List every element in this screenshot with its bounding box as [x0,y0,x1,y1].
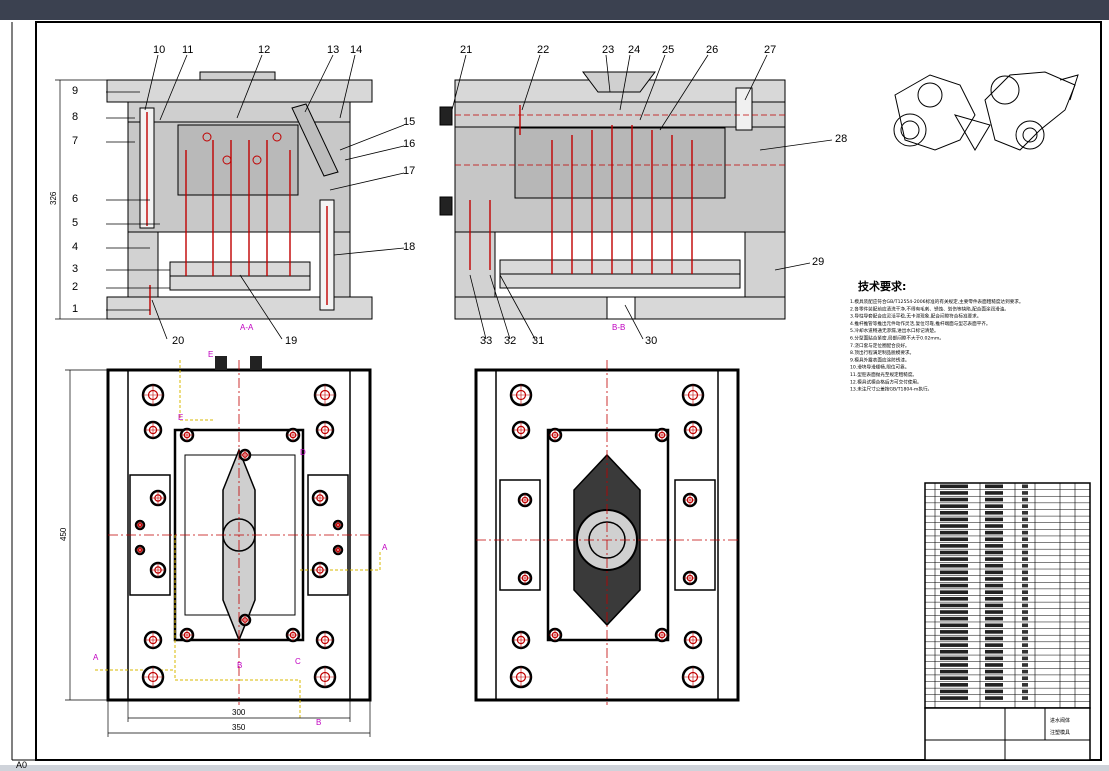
part-label: 6 [72,193,78,205]
tech-requirement-line: 8.顶出行程满足制品脱模要求。 [850,349,914,356]
tech-requirement-line: 6.分型面贴合紧密,局部间隙不大于0.02mm。 [850,335,944,342]
tech-requirement-line: 3.导柱导套配合应灵活平稳,无卡滞现象,配合间隙符合标准要求。 [850,313,981,320]
section-marker: E [178,413,183,422]
tech-requirement-line: 1.模具装配应符合GB/T12554-2006标准的有关规定,主要零件表面粗糙度… [850,298,1024,305]
section-marker: D [300,448,306,457]
section-caption-b: B-B [612,323,625,332]
part-label: 9 [72,85,78,97]
tech-requirements-title: 技术要求: [858,279,906,293]
part-label: 25 [662,44,674,56]
part-label: 24 [628,44,640,56]
tech-requirement-line: 9.模具外露表面应涂防锈漆。 [850,356,910,363]
tech-requirement-line: 10.滑块导滑顺畅,限位可靠。 [850,364,909,371]
dim-326-text: 326 [49,191,58,205]
part-label: 13 [327,44,339,56]
sheet-size-label: A0 [16,760,27,770]
part-label: 27 [764,44,776,56]
section-marker: C [295,657,301,666]
tech-requirements-list: 1.模具装配应符合GB/T12554-2006标准的有关规定,主要零件表面粗糙度… [850,298,1024,393]
title-block-mold-name: 注塑模具 [1050,729,1070,736]
part-label: 14 [350,44,362,56]
part-label: 33 [480,335,492,347]
part-label: 30 [645,335,657,347]
tech-requirement-line: 4.推杆推管等推出元件动作灵活,复位可靠,推杆端面与型芯表面平齐。 [850,320,991,327]
part-label: 5 [72,217,78,229]
part-label: 7 [72,135,78,147]
part-label: 15 [403,116,415,128]
part-label: 12 [258,44,270,56]
part-label: 10 [153,44,165,56]
part-3d-sketch [893,71,1079,151]
part-label: 21 [460,44,472,56]
part-label: 18 [403,241,415,253]
part-label: 1 [72,303,78,315]
tech-requirement-line: 13.未注尺寸公差按GB/T1804-m执行。 [850,386,932,393]
part-label: 29 [812,256,824,268]
part-label: 32 [504,335,516,347]
tech-requirement-line: 2.各零件装配前应清洗干净,不得有毛刺、锈蚀、划伤等缺陷,配合面涂润滑油。 [850,305,1009,312]
part-label: 26 [706,44,718,56]
section-marker: A [93,653,99,662]
dimension-450 [65,369,108,701]
part-label: 11 [182,44,193,56]
mold-assembly-drawing: 12345678910 11 12 13 1415161718192021 22 23 24 2… [11,21,1102,770]
section-marker: E [208,350,213,359]
tech-requirement-line: 7.浇口套与定位圈配合良好。 [850,342,910,349]
section-caption-a: A-A [240,323,254,332]
dim-350-text: 350 [232,723,246,732]
section-marker: B [237,661,242,670]
part-label: 8 [72,111,78,123]
part-label: 31 [532,335,544,347]
dim-450-text: 450 [59,527,68,541]
title-block-part-name: 进水阀体 [1050,717,1070,724]
tech-requirement-line: 12.模具试模合格后方可交付使用。 [850,378,922,385]
tech-requirement-line: 11.型腔表面抛光至规定粗糙度。 [850,371,917,378]
section-marker: A [382,543,388,552]
section-marker: B [316,718,321,727]
part-label: 28 [835,133,847,145]
plan-view-moving-half [474,360,740,705]
part-label: 3 [72,263,78,275]
dim-300-text: 300 [232,708,246,717]
dimension-326 [55,79,107,320]
part-label: 17 [403,165,415,177]
part-label: 23 [602,44,614,56]
tech-requirement-line: 5.冷却水道畅通无渗漏,进出水口标记清楚。 [850,327,939,334]
part-label: 22 [537,44,549,56]
part-label: 4 [72,241,78,253]
part-label: 19 [285,335,297,347]
part-label: 2 [72,281,78,293]
part-label: 16 [403,138,415,150]
part-label: 20 [172,335,184,347]
